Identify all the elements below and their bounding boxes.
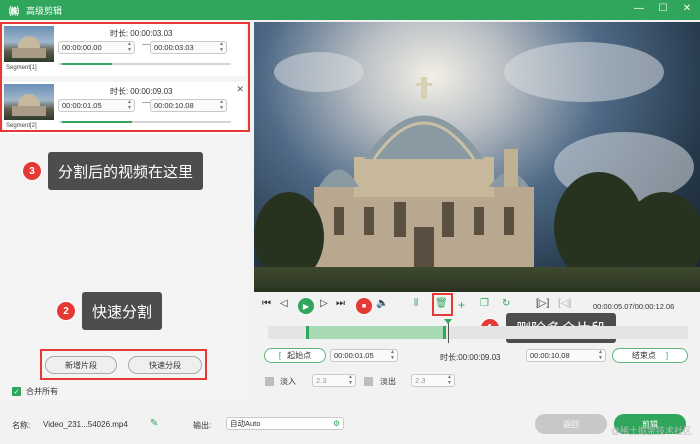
add-icon[interactable]: + [458,298,465,312]
edit-icon[interactable]: ✎ [150,418,158,429]
set-end-button[interactable]: 结束点] [612,348,688,363]
skip-start-icon[interactable]: ⏮ [262,298,271,309]
watermark: @稀土掘金技术社区 [610,426,692,436]
end-time-field[interactable]: 00:00:10.08 ▲ ▼ [526,349,606,362]
merge-all-checkbox[interactable]: ✓ 合并所有 [12,386,58,397]
split-icon[interactable]: ⫴ [414,298,418,309]
start-time-field[interactable]: 00:00:01.05 ▲ ▼ [330,349,398,362]
playhead-handle-icon[interactable] [444,319,452,324]
range-duration: 时长:00:00:09.03 [440,353,501,362]
close-icon[interactable]: ✕ [680,3,694,14]
settings-gear-icon[interactable]: ⚙ [333,418,340,429]
reset-icon[interactable]: ↻ [502,298,510,309]
playback-time: 00:00:05.07/00:00:12.06 [593,302,675,311]
spinner-icon[interactable]: ▲ ▼ [447,374,452,386]
name-label: 名称: [12,421,31,430]
timeline-selection[interactable] [306,326,446,339]
spinner-icon[interactable]: ▲ ▼ [598,349,603,361]
output-label: 输出: [193,421,212,430]
spinner-icon[interactable]: ▲ ▼ [348,374,353,386]
back-button[interactable]: 返回 [535,414,607,434]
app-logo-icon: ㈱ [9,6,19,18]
window-title: 高级剪辑 [26,5,63,16]
playhead[interactable] [448,321,449,343]
range-row: [起始点 00:00:01.05 ▲ ▼ 时长:00:00:09.03 00:00:… [264,348,690,364]
annotation-box-segments [0,22,250,132]
play-button[interactable]: ▶ [298,298,314,314]
stop-button[interactable]: ■ [356,298,372,314]
mark-in-icon[interactable]: [▷] [536,298,549,309]
skip-end-icon[interactable]: ⏭ [336,298,345,309]
title-bar: ㈱ 高级剪辑 — ☐ ✕ [0,0,700,20]
quick-split-button[interactable]: 快速分段 [128,356,202,374]
callout-2: 2 快速分割 [56,292,163,330]
minimize-icon[interactable]: — [632,3,646,14]
step-back-icon[interactable]: ◁ [280,298,288,309]
new-segment-button[interactable]: 新增片段 [45,356,117,374]
fade-out-field[interactable]: 2.3 ▲ ▼ [411,374,455,387]
fade-in-checkbox[interactable] [265,377,274,386]
set-start-button[interactable]: [起始点 [264,348,326,363]
fade-out-checkbox[interactable] [364,377,373,386]
copy-icon[interactable]: ❐ [480,298,489,309]
playback-controls: ⏮ ◁ ▶ ▷ ⏭ ■ 🔈 ⫴ 🗑 + ❐ ↻ [▷] [◁] 00:00:05… [254,292,700,320]
timeline-track[interactable] [268,319,688,343]
step-forward-icon[interactable]: ▷ [320,298,328,309]
callout-3: 3 分割后的视频在这里 [22,152,204,190]
fade-in-field[interactable]: 2.3 ▲ ▼ [312,374,356,387]
cathedral-image [314,77,534,277]
mark-out-icon[interactable]: [◁] [558,298,571,309]
spinner-icon[interactable]: ▲ ▼ [390,349,395,361]
file-name: Video_231...54026.mp4 [43,420,128,429]
delete-icon[interactable]: 🗑 [435,298,448,309]
checkmark-icon[interactable]: ✓ [12,387,21,396]
fade-in-label: 淡入 [280,377,296,386]
volume-icon[interactable]: 🔈 [376,298,388,309]
fade-out-label: 淡出 [380,377,396,386]
video-preview[interactable] [254,22,700,292]
footer: 名称: Video_231...54026.mp4 ✎ 输出: 自动Auto ⚙ … [0,412,700,440]
output-field[interactable]: 自动Auto ⚙ [226,417,344,430]
maximize-icon[interactable]: ☐ [656,3,670,14]
